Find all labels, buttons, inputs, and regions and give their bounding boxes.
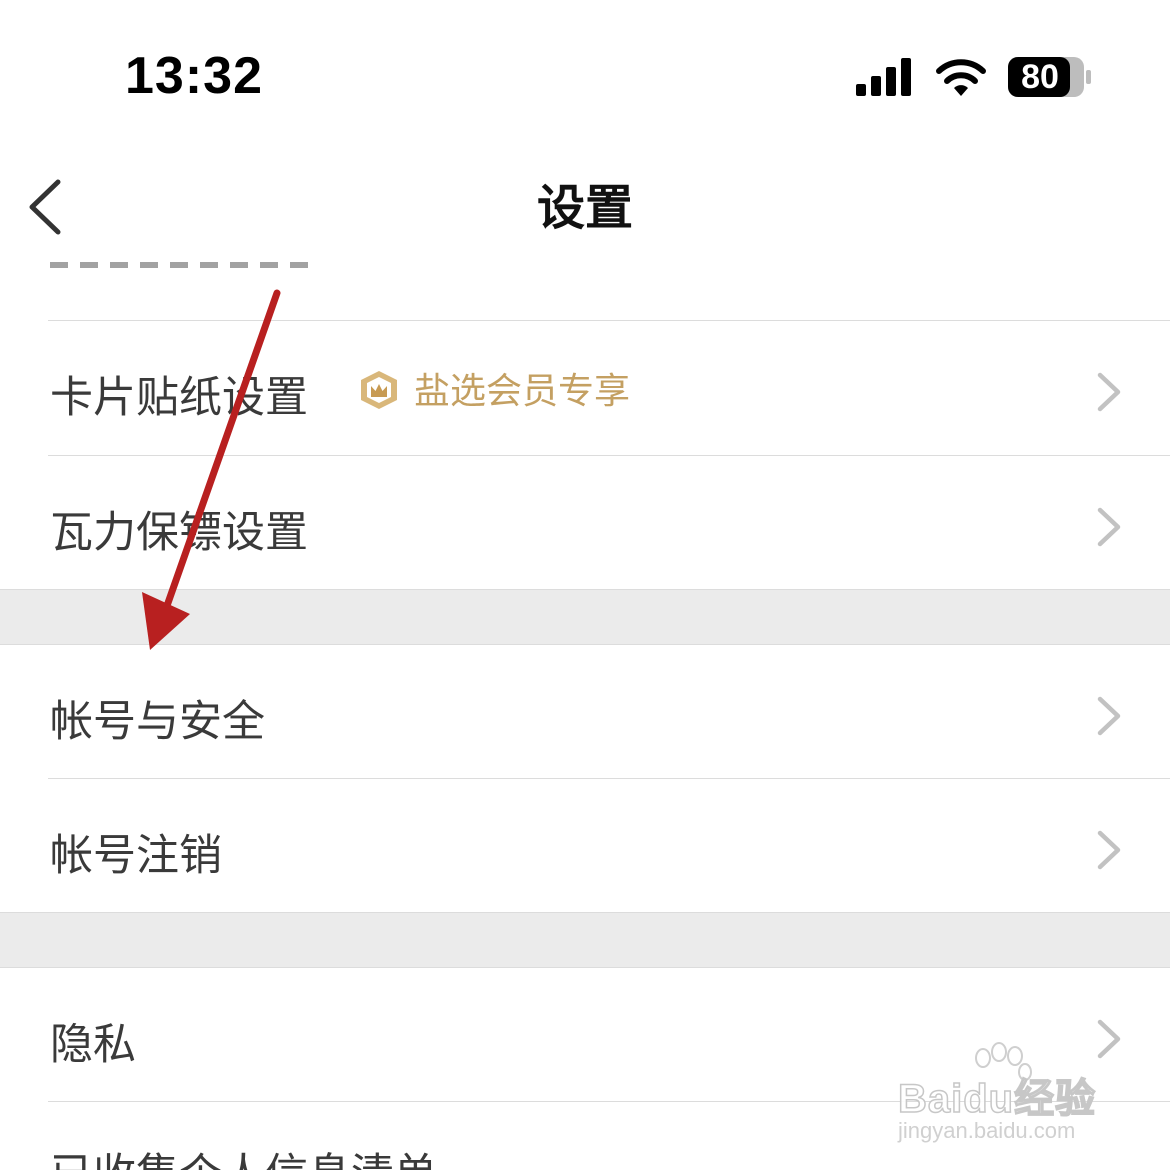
list-item-account-security[interactable]: 帐号与安全 <box>0 645 1170 778</box>
section-separator <box>0 912 1170 968</box>
page-title: 设置 <box>536 180 633 236</box>
status-time: 13:32 <box>125 47 263 105</box>
battery-level: 80 <box>1021 58 1059 96</box>
list-item-wali-guard-settings[interactable]: 瓦力保镖设置 <box>0 456 1170 589</box>
section-separator <box>0 589 1170 645</box>
member-exclusive-badge: 盐选会员专享 <box>414 371 631 412</box>
list-item-label: 瓦力保镖设置 <box>50 508 308 558</box>
list-item-partial[interactable] <box>0 262 1170 320</box>
nav-bar: 设置 <box>0 150 1170 260</box>
chevron-right-icon <box>1097 830 1121 870</box>
chevron-left-icon[interactable] <box>24 178 64 236</box>
watermark-url: jingyan.baidu.com <box>898 1118 1076 1143</box>
status-bar: 13:32 80 <box>0 0 1170 150</box>
watermark-brand: Baidu经验 <box>897 1076 1097 1122</box>
chevron-right-icon <box>1097 696 1121 736</box>
list-item-label: 隐私 <box>50 1020 136 1070</box>
chevron-right-icon <box>1097 507 1121 547</box>
chevron-right-icon <box>1097 1019 1121 1059</box>
list-item-label: 已收集个人信息清单 <box>50 1140 437 1170</box>
crown-badge-icon <box>361 371 397 409</box>
cellular-signal-icon <box>856 58 911 96</box>
list-item-account-cancellation[interactable]: 帐号注销 <box>0 779 1170 912</box>
chevron-right-icon <box>1097 372 1121 412</box>
wifi-icon <box>936 59 986 96</box>
list-item-label: 帐号注销 <box>50 831 222 881</box>
list-item-label: 卡片贴纸设置 <box>50 373 308 423</box>
list-item-label: 帐号与安全 <box>50 697 265 747</box>
